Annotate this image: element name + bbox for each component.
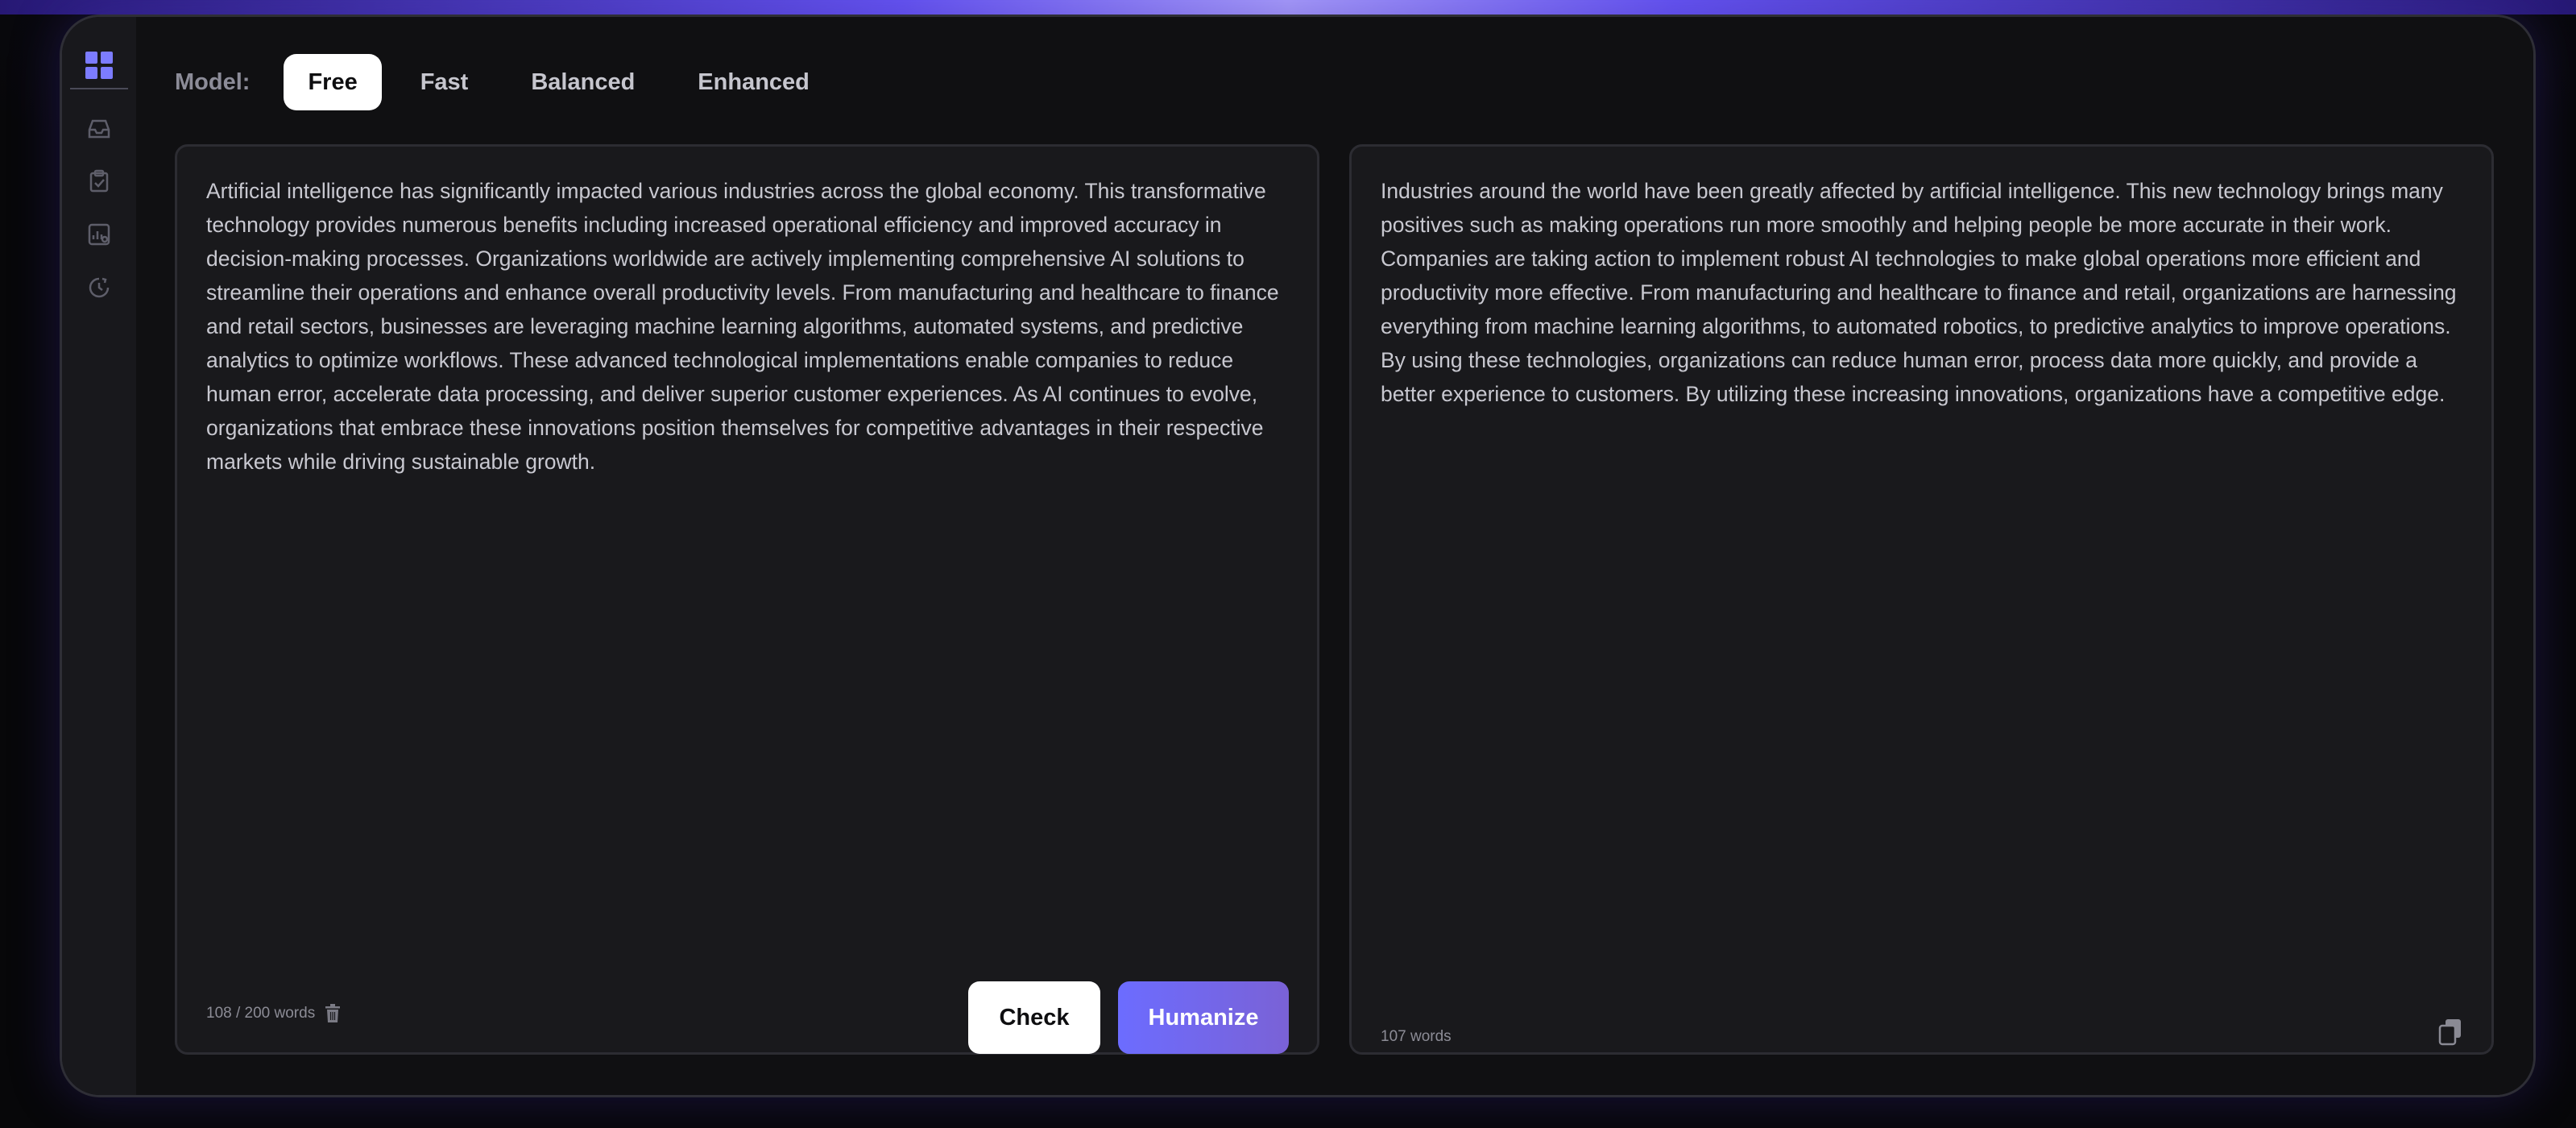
tab-fast[interactable]: Fast [396, 54, 493, 110]
analytics-icon[interactable] [85, 220, 114, 249]
background-glow-edge [0, 0, 2576, 15]
output-word-count: 107 words [1381, 1028, 1452, 1045]
output-panel: Industries around the world have been gr… [1349, 144, 2494, 1055]
app-window: Model: Free Fast Balanced Enhanced Artif… [60, 15, 2536, 1097]
input-word-count: 108 / 200 words [206, 1004, 341, 1023]
history-icon[interactable] [85, 273, 114, 302]
clipboard-check-icon[interactable] [85, 167, 114, 196]
model-selector: Model: Free Fast Balanced Enhanced [175, 54, 848, 110]
tab-free[interactable]: Free [284, 54, 382, 110]
output-text: Industries around the world have been gr… [1381, 179, 2457, 406]
humanize-button[interactable]: Humanize [1118, 981, 1289, 1054]
check-button[interactable]: Check [968, 981, 1100, 1054]
copy-icon[interactable] [2438, 1018, 2462, 1046]
dashboard-grid-icon[interactable] [85, 51, 114, 80]
sidebar [62, 17, 136, 1095]
trash-icon[interactable] [325, 1004, 341, 1023]
input-panel[interactable]: Artificial intelligence has significantl… [175, 144, 1319, 1055]
inbox-icon[interactable] [85, 114, 114, 143]
tab-enhanced[interactable]: Enhanced [673, 54, 834, 110]
model-label: Model: [175, 68, 251, 95]
sidebar-divider [70, 88, 128, 89]
main-content: Model: Free Fast Balanced Enhanced Artif… [136, 17, 2533, 1095]
tab-balanced[interactable]: Balanced [507, 54, 659, 110]
input-word-count-label: 108 / 200 words [206, 1005, 316, 1022]
input-text[interactable]: Artificial intelligence has significantl… [206, 174, 1288, 479]
